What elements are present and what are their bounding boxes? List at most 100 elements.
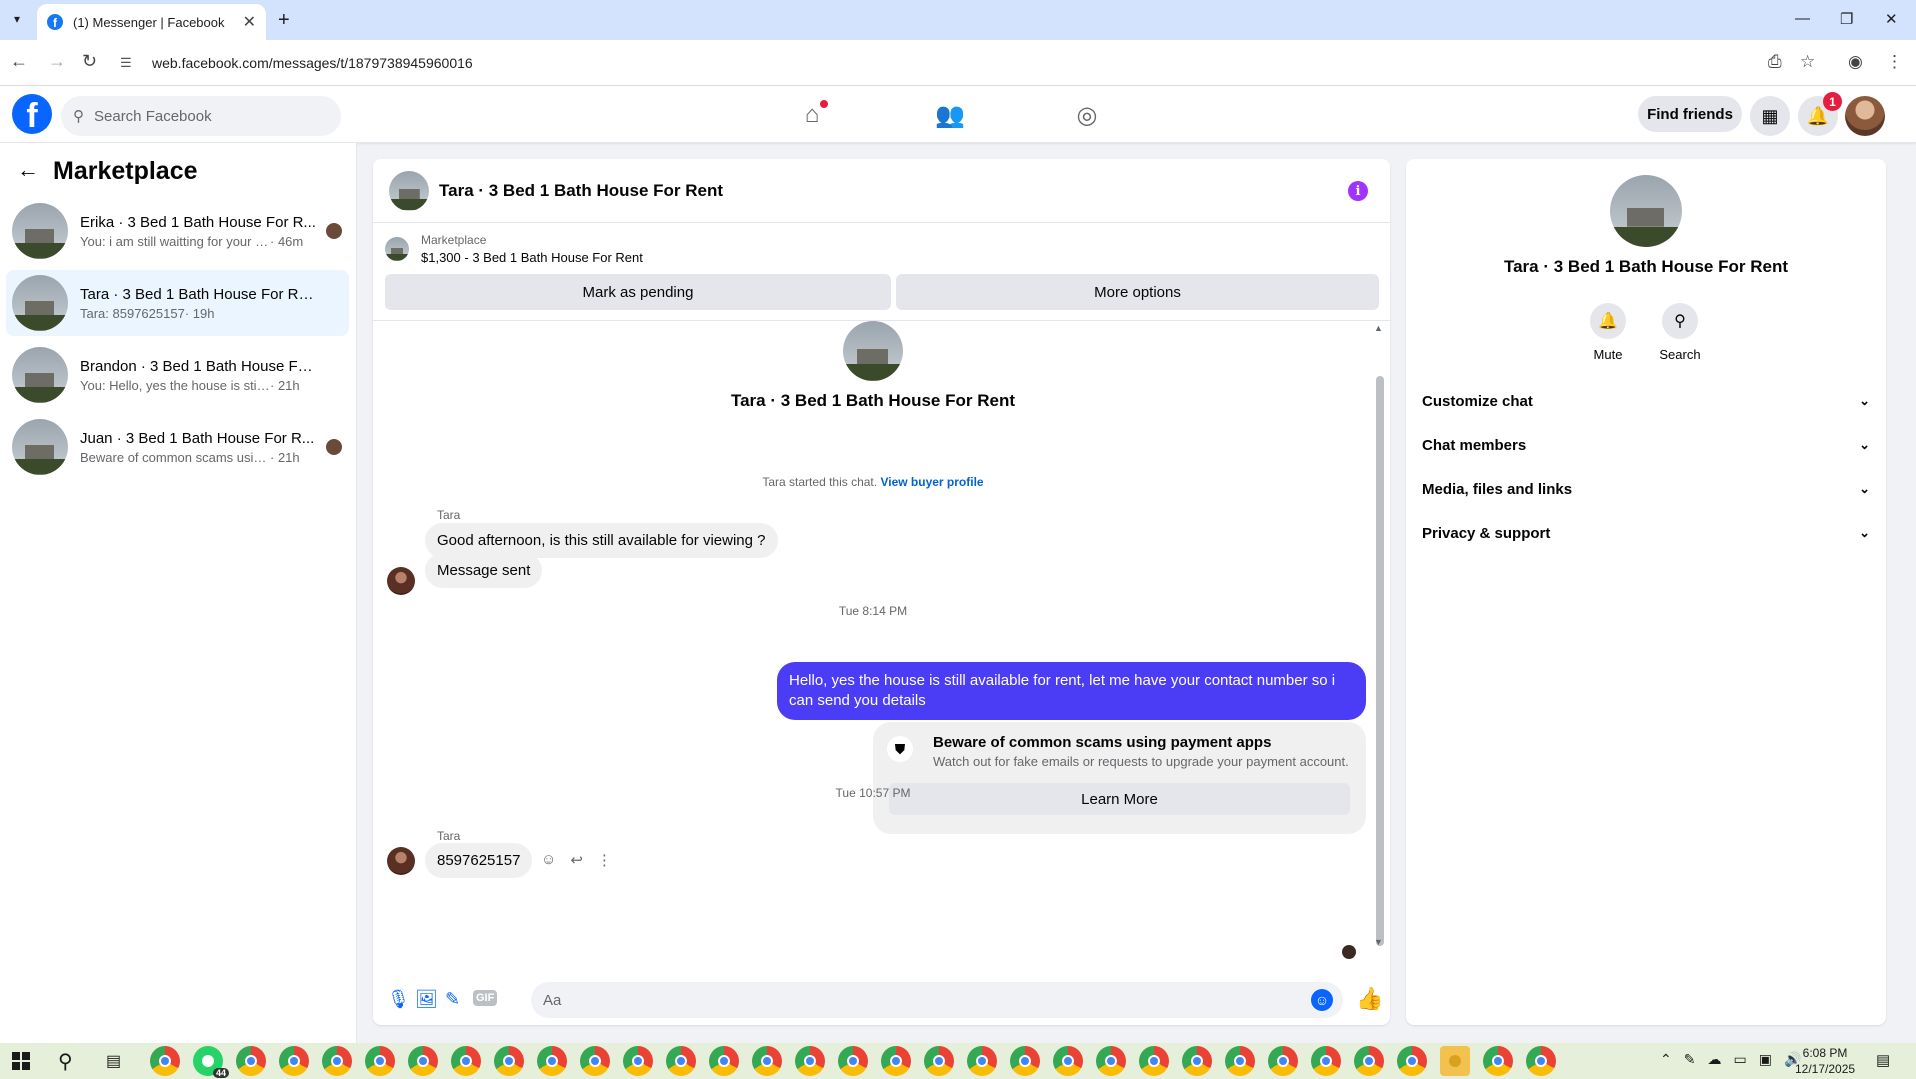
conversation-item[interactable]: Erika · 3 Bed 1 Bath House For R... You:… bbox=[6, 198, 349, 264]
chrome-icon[interactable] bbox=[1225, 1046, 1255, 1076]
more-actions-icon[interactable]: ⋮ bbox=[597, 851, 612, 869]
emoji-icon[interactable]: ☺ bbox=[1311, 989, 1333, 1011]
chrome-icon[interactable] bbox=[752, 1046, 782, 1076]
chrome-icon[interactable] bbox=[1096, 1046, 1126, 1076]
conversation-item-active[interactable]: Tara · 3 Bed 1 Bath House For Rent Tara:… bbox=[6, 270, 349, 336]
install-app-icon[interactable]: ⎙ bbox=[1768, 52, 1782, 72]
media-files-links-section[interactable]: Media, files and links ⌄ bbox=[1422, 471, 1870, 507]
conversation-item[interactable]: Brandon · 3 Bed 1 Bath House For ... You… bbox=[6, 342, 349, 408]
sender-avatar[interactable] bbox=[387, 567, 415, 595]
minimize-icon[interactable]: — bbox=[1795, 10, 1810, 27]
notification-center-icon[interactable]: ▤ bbox=[1876, 1051, 1890, 1069]
windows-start-icon[interactable] bbox=[12, 1052, 30, 1070]
chrome-icon[interactable] bbox=[1526, 1046, 1556, 1076]
conversation-item[interactable]: Juan · 3 Bed 1 Bath House For R... Bewar… bbox=[6, 414, 349, 480]
chrome-icon[interactable] bbox=[1483, 1046, 1513, 1076]
info-icon[interactable]: i bbox=[1348, 181, 1368, 201]
address-bar[interactable]: ☰ web.facebook.com/messages/t/1879738945… bbox=[120, 46, 1760, 80]
chat-avatar[interactable] bbox=[389, 170, 429, 211]
scroll-up-icon[interactable]: ▲ bbox=[1374, 323, 1383, 333]
close-window-icon[interactable]: ✕ bbox=[1885, 10, 1898, 28]
chrome-icon[interactable] bbox=[365, 1046, 395, 1076]
facebook-search[interactable]: ⚲ bbox=[61, 96, 341, 136]
account-avatar[interactable] bbox=[1845, 96, 1885, 136]
search-icon[interactable]: ⚲ bbox=[1662, 303, 1698, 339]
chrome-icon[interactable] bbox=[408, 1046, 438, 1076]
forward-icon[interactable]: → bbox=[48, 51, 66, 72]
chrome-icon[interactable] bbox=[1139, 1046, 1169, 1076]
close-tab-icon[interactable]: ✕ bbox=[243, 12, 256, 32]
menu-grid-icon[interactable]: ▦ bbox=[1750, 96, 1790, 136]
back-arrow-icon[interactable]: ← bbox=[17, 157, 39, 183]
chrome-icon[interactable] bbox=[1397, 1046, 1427, 1076]
incoming-message[interactable]: Message sent bbox=[425, 553, 543, 588]
chrome-icon[interactable] bbox=[279, 1046, 309, 1076]
chrome-icon[interactable] bbox=[795, 1046, 825, 1076]
cloud-icon[interactable]: ☁ bbox=[1707, 1051, 1721, 1068]
outgoing-message[interactable]: Hello, yes the house is still available … bbox=[777, 662, 1366, 720]
chrome-icon[interactable] bbox=[666, 1046, 696, 1076]
gif-icon[interactable]: GIF bbox=[473, 990, 498, 1006]
chat-title[interactable]: Tara · 3 Bed 1 Bath House For Rent bbox=[439, 181, 723, 201]
chrome-icon[interactable] bbox=[322, 1046, 352, 1076]
chrome-icon[interactable] bbox=[1053, 1046, 1083, 1076]
mark-as-pending-button[interactable]: Mark as pending bbox=[385, 274, 891, 310]
site-info-icon[interactable]: ☰ bbox=[120, 55, 138, 71]
taskbar-clock[interactable]: 6:08 PM 12/17/2025 bbox=[1795, 1045, 1855, 1077]
react-emoji-icon[interactable]: ☺ bbox=[541, 851, 556, 869]
file-explorer-icon[interactable] bbox=[1440, 1046, 1470, 1076]
privacy-support-section[interactable]: Privacy & support ⌄ bbox=[1422, 515, 1870, 551]
thumbs-up-icon[interactable]: 👍 bbox=[1356, 986, 1383, 1012]
chrome-icon[interactable] bbox=[1010, 1046, 1040, 1076]
back-icon[interactable]: ← bbox=[10, 51, 28, 72]
listing-summary[interactable]: Marketplace $1,300 - 3 Bed 1 Bath House … bbox=[385, 233, 643, 265]
find-friends-button[interactable]: Find friends bbox=[1638, 96, 1742, 132]
browser-menu-icon[interactable]: ⋮ bbox=[1886, 52, 1903, 72]
customize-chat-section[interactable]: Customize chat ⌄ bbox=[1422, 383, 1870, 419]
chrome-icon[interactable] bbox=[881, 1046, 911, 1076]
incoming-message[interactable]: 8597625157 bbox=[425, 843, 533, 878]
network-icon[interactable]: ▣ bbox=[1759, 1051, 1772, 1068]
chrome-icon[interactable] bbox=[1311, 1046, 1341, 1076]
browser-tab[interactable]: f (1) Messenger | Facebook ✕ bbox=[37, 4, 266, 40]
chrome-icon[interactable] bbox=[838, 1046, 868, 1076]
chrome-icon[interactable] bbox=[451, 1046, 481, 1076]
show-hidden-icons-icon[interactable]: ⌃ bbox=[1660, 1051, 1672, 1068]
restore-icon[interactable]: ❐ bbox=[1840, 10, 1853, 28]
chat-members-section[interactable]: Chat members ⌄ bbox=[1422, 427, 1870, 463]
view-buyer-profile-link[interactable]: View buyer profile bbox=[880, 475, 983, 489]
task-view-icon[interactable]: ▤ bbox=[106, 1051, 121, 1071]
pen-icon[interactable]: ✎ bbox=[1684, 1051, 1696, 1068]
chrome-icon[interactable] bbox=[537, 1046, 567, 1076]
facebook-logo-icon[interactable]: f bbox=[12, 94, 52, 134]
chrome-icon[interactable] bbox=[494, 1046, 524, 1076]
bookmark-star-icon[interactable]: ☆ bbox=[1800, 52, 1815, 72]
chrome-icon[interactable] bbox=[709, 1046, 739, 1076]
reply-icon[interactable]: ↩ bbox=[570, 851, 583, 869]
sender-avatar[interactable] bbox=[387, 847, 415, 875]
taskbar-search-icon[interactable]: ⚲ bbox=[58, 1049, 73, 1074]
chrome-icon[interactable] bbox=[150, 1046, 180, 1076]
whatsapp-icon[interactable]: 44 bbox=[193, 1046, 229, 1078]
chrome-icon[interactable] bbox=[1354, 1046, 1384, 1076]
tab-search-dropdown-icon[interactable]: ▾ bbox=[6, 8, 28, 30]
sticker-icon[interactable]: ✎ bbox=[445, 989, 460, 1010]
search-action[interactable]: ⚲ Search bbox=[1650, 303, 1710, 362]
chrome-icon[interactable] bbox=[623, 1046, 653, 1076]
home-nav-icon[interactable]: ⌂ bbox=[790, 94, 834, 136]
chrome-icon[interactable] bbox=[580, 1046, 610, 1076]
chrome-icon[interactable] bbox=[924, 1046, 954, 1076]
battery-icon[interactable]: ▭ bbox=[1733, 1051, 1746, 1068]
chrome-icon[interactable] bbox=[236, 1046, 266, 1076]
bell-icon[interactable]: 🔔 bbox=[1590, 303, 1626, 339]
notifications-bell-icon[interactable]: 🔔 1 bbox=[1798, 92, 1842, 136]
photo-attach-icon[interactable]: 🖼 bbox=[415, 989, 438, 1010]
new-tab-button[interactable]: + bbox=[278, 9, 290, 32]
chrome-icon[interactable] bbox=[967, 1046, 997, 1076]
profile-icon[interactable]: ◉ bbox=[1848, 52, 1863, 72]
microphone-icon[interactable]: 🎙 bbox=[387, 989, 410, 1010]
chat-scrollbar[interactable]: ▲ ▼ bbox=[1374, 321, 1384, 951]
chrome-icon[interactable] bbox=[1268, 1046, 1298, 1076]
more-options-button[interactable]: More options bbox=[896, 274, 1379, 310]
scroll-thumb[interactable] bbox=[1376, 376, 1384, 946]
